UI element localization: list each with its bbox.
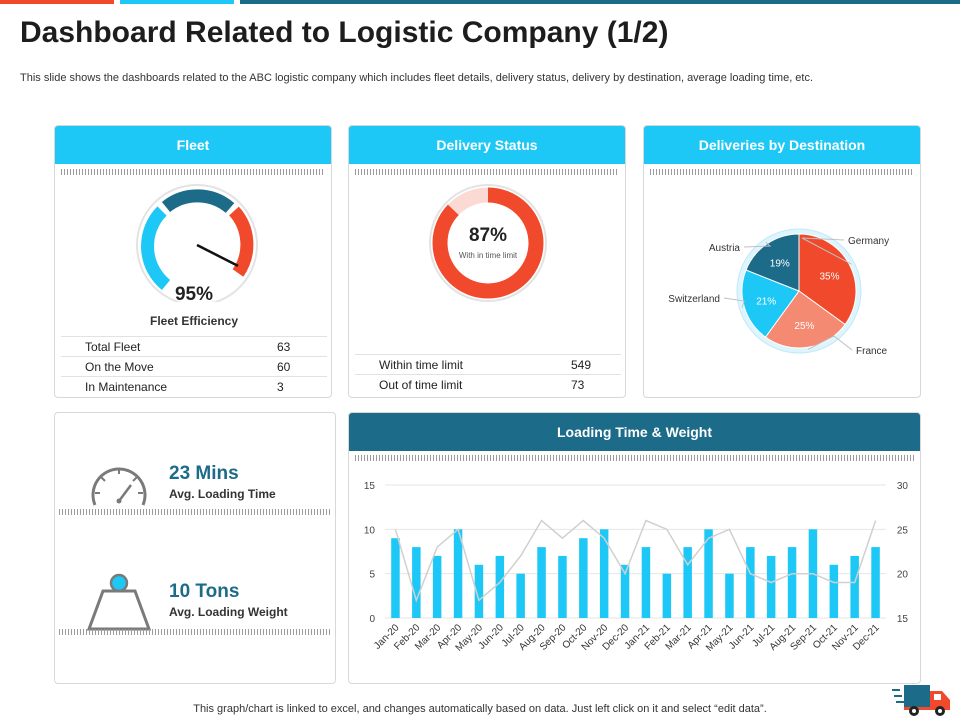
bar-sep-20	[558, 555, 567, 618]
avg-loading-time-label: Avg. Loading Time	[169, 487, 276, 501]
destination-pie-chart: 35% Germany 25% France 21% Switzerland 19% Aust…	[668, 228, 889, 357]
pie-value-label: 19%	[770, 259, 790, 270]
pie-value-label: 25%	[794, 321, 814, 332]
kpi-hatch-divider	[59, 509, 331, 515]
fleet-stat-label: Total Fleet	[85, 339, 141, 354]
top-accent-orange	[0, 0, 114, 4]
top-accent-teal	[240, 0, 960, 4]
fleet-gauge-value: 95%	[174, 284, 214, 305]
loading-time-weight-chart: 05101515202530Jan-20Feb-20Mar-20Apr-20Ma…	[364, 481, 909, 654]
avg-loading-weight-label: Avg. Loading Weight	[169, 605, 288, 619]
pie-value-label: 21%	[756, 297, 776, 308]
destination-hatch-divider	[650, 169, 914, 175]
top-accent-cyan	[120, 0, 234, 4]
loading-chart-card: Loading Time & Weight 0 5 10 15 15 20 25 30 Jan-…	[348, 412, 921, 684]
fleet-card-title: Fleet	[176, 137, 210, 153]
bar-feb-21	[662, 573, 672, 618]
delivery-stat-value: 73	[571, 377, 585, 392]
bar-mar-21	[683, 547, 692, 618]
fleet-stat-label: On the Move	[85, 359, 154, 374]
delivery-status-title: Delivery Status	[436, 137, 538, 153]
bar-aug-20	[537, 547, 546, 618]
fleet-stat-label: In Maintenance	[85, 379, 168, 394]
bar-jan-21	[641, 547, 651, 618]
fleet-card: Fleet 95% Fleet Efficiency Total Fleet 6…	[54, 125, 332, 398]
bar-oct-21	[829, 564, 839, 618]
page-subtitle: This slide shows the dashboards related …	[20, 72, 814, 84]
page-title: Dashboard Related to Logistic Company (1…	[20, 16, 669, 49]
delivery-status-header: Delivery Status	[349, 126, 625, 164]
delivery-hatch-divider	[355, 169, 619, 175]
delivery-stats-table: Within time limit 549 Out of time limit …	[355, 354, 621, 394]
pie-category-label: France	[856, 346, 888, 357]
pie-value-label: 35%	[819, 272, 839, 283]
speedometer-icon	[91, 467, 147, 506]
bar-aug-21	[787, 547, 797, 618]
avg-loading-time-value: 23 Mins	[169, 463, 239, 484]
fleet-hatch-divider	[61, 169, 325, 175]
bar-mar-20	[432, 555, 442, 618]
y-tick-label: 5	[369, 570, 375, 581]
pie-category-label: Switzerland	[668, 294, 720, 305]
fleet-stat-row: On the Move 60	[61, 356, 327, 376]
loading-chart-header: Loading Time & Weight	[349, 413, 920, 451]
weight-icon	[86, 573, 152, 631]
destination-card-title: Deliveries by Destination	[698, 137, 866, 153]
y-tick-label: 0	[369, 614, 375, 625]
delivery-stat-row: Within time limit 549	[355, 354, 621, 374]
delivery-status-card: Delivery Status 87% With in time limit W…	[348, 125, 626, 398]
fleet-card-header: Fleet	[55, 126, 331, 164]
bar-may-21	[725, 573, 734, 618]
delivery-status-percent: 87%	[468, 225, 508, 246]
bar-feb-20	[412, 547, 421, 618]
y2-tick-label: 25	[897, 525, 909, 536]
y-tick-label: 10	[364, 525, 376, 536]
fleet-stats-table: Total Fleet 63 On the Move 60 In Mainten…	[61, 336, 327, 396]
fleet-stat-value: 3	[277, 379, 284, 394]
pie-category-label: Austria	[709, 243, 741, 254]
delivery-stat-row: Out of time limit 73	[355, 374, 621, 394]
delivery-stat-label: Out of time limit	[379, 377, 463, 392]
kpi-hatch-divider	[59, 629, 331, 635]
y2-tick-label: 15	[897, 614, 909, 625]
destination-card-header: Deliveries by Destination	[644, 126, 920, 164]
delivery-stat-value: 549	[571, 357, 592, 372]
bar-jan-20	[391, 538, 400, 618]
pie-category-label: Germany	[848, 236, 889, 247]
footnote: This graph/chart is linked to excel, and…	[193, 703, 767, 715]
bar-jun-21	[746, 547, 755, 618]
destination-card: Deliveries by Destination 35% Germany 25% F…	[643, 125, 921, 398]
fleet-stat-value: 60	[277, 359, 291, 374]
delivery-stat-label: Within time limit	[379, 357, 464, 372]
y2-tick-label: 30	[897, 481, 909, 492]
bar-nov-21	[850, 555, 859, 618]
fleet-stat-row: Total Fleet 63	[61, 336, 327, 356]
bar-oct-20	[579, 538, 588, 618]
bar-jun-20	[495, 555, 505, 618]
loading-kpi-card: 23 Mins Avg. Loading Time 10 Tons Avg. L…	[54, 412, 336, 684]
line-series	[394, 519, 877, 603]
bar-jul-20	[516, 573, 525, 618]
y2-tick-label: 20	[897, 570, 909, 581]
avg-loading-weight-value: 10 Tons	[169, 581, 240, 602]
y-tick-label: 15	[364, 481, 376, 492]
fleet-stat-value: 63	[277, 339, 291, 354]
bar-dec-21	[871, 547, 880, 618]
bar-jul-21	[766, 555, 776, 618]
fleet-gauge-label: Fleet Efficiency	[149, 314, 239, 328]
loading-chart-title: Loading Time & Weight	[556, 424, 713, 440]
fleet-stat-row: In Maintenance 3	[61, 376, 327, 396]
delivery-status-caption: With in time limit	[458, 251, 518, 260]
bar-apr-20	[453, 529, 463, 618]
